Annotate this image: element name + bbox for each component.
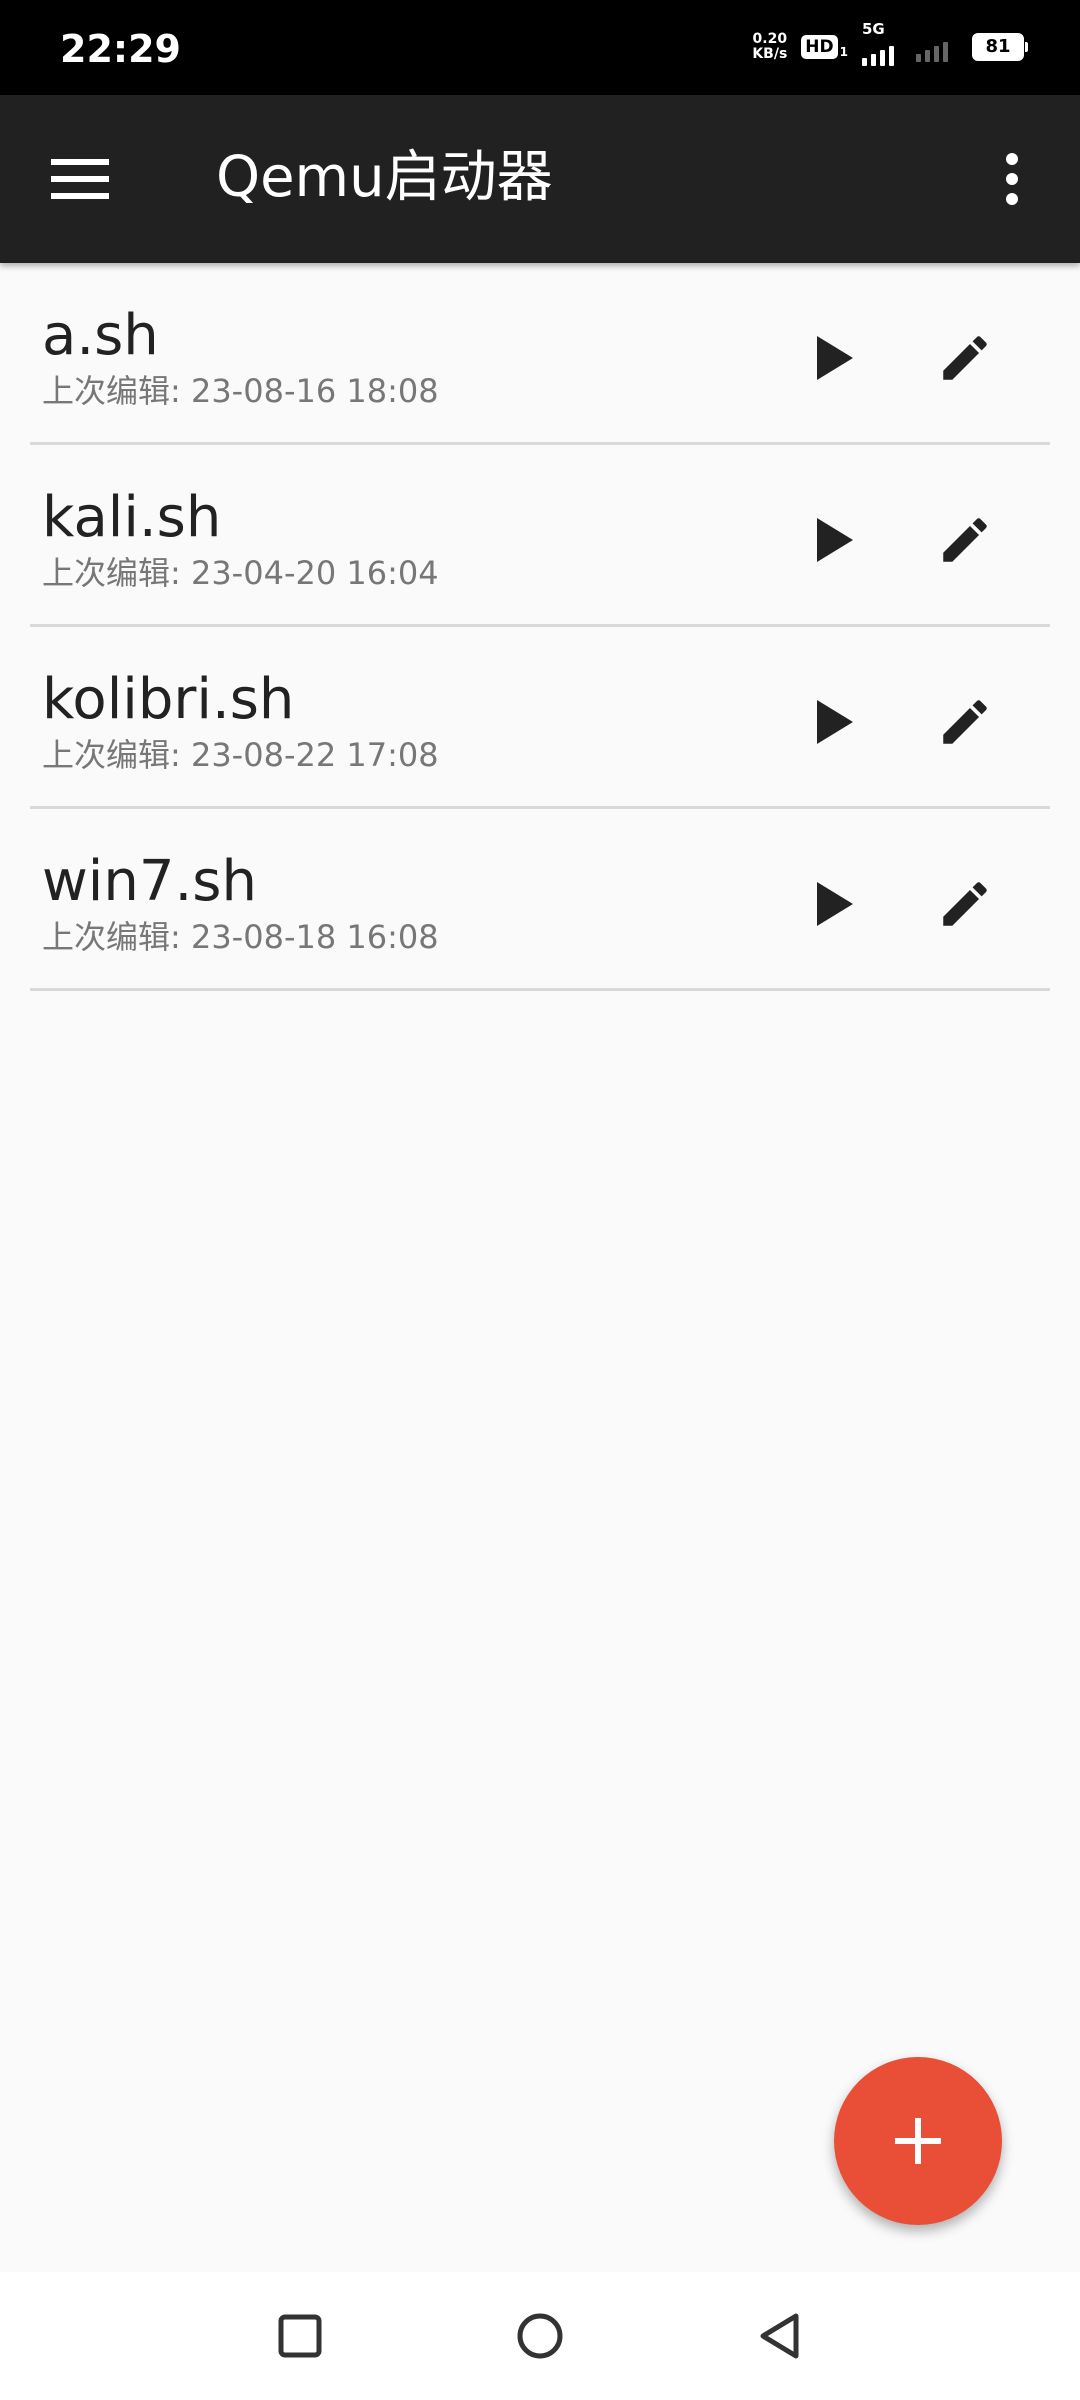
list-item[interactable]: kolibri.sh 上次编辑: 23-08-22 17:08 (30, 627, 1050, 809)
net-speed-unit: KB/s (752, 46, 788, 62)
script-last-edited: 上次编辑: 23-04-20 16:04 (42, 554, 439, 592)
list-item[interactable]: win7.sh 上次编辑: 23-08-18 16:08 (30, 809, 1050, 991)
status-time: 22:29 (60, 27, 181, 71)
hamburger-menu-icon[interactable] (40, 139, 120, 219)
script-last-edited: 上次编辑: 23-08-22 17:08 (42, 736, 439, 774)
recents-square-icon[interactable] (260, 2296, 340, 2376)
script-name: win7.sh (42, 849, 257, 914)
script-list: a.sh 上次编辑: 23-08-16 18:08 kali.sh 上次编辑: … (0, 263, 1080, 991)
edit-pencil-icon[interactable] (920, 313, 1010, 403)
list-item[interactable]: kali.sh 上次编辑: 23-04-20 16:04 (30, 445, 1050, 627)
system-nav-bar (0, 2272, 1080, 2400)
script-name: a.sh (42, 303, 159, 368)
plus-icon (895, 2118, 941, 2164)
script-last-edited: 上次编辑: 23-08-18 16:08 (42, 918, 439, 956)
script-name: kolibri.sh (42, 667, 295, 732)
edit-pencil-icon[interactable] (920, 677, 1010, 767)
more-vert-icon[interactable] (972, 139, 1052, 219)
battery-level: 81 (985, 36, 1011, 57)
net-speed-value: 0.20 (752, 31, 788, 47)
play-icon[interactable] (790, 677, 880, 767)
home-circle-icon[interactable] (500, 2296, 580, 2376)
signal-5g-icon: 5G (862, 20, 902, 66)
script-name: kali.sh (42, 485, 222, 550)
net-speed-indicator: 0.20 KB/s (752, 32, 787, 62)
battery-icon: 81 (972, 33, 1028, 61)
play-icon[interactable] (790, 313, 880, 403)
hd-sub-label: 1 (839, 45, 848, 59)
list-item[interactable]: a.sh 上次编辑: 23-08-16 18:08 (30, 263, 1050, 445)
status-bar: 22:29 0.20 KB/s HD 1 5G 81 (0, 0, 1080, 95)
app-title: Qemu启动器 (216, 145, 553, 210)
hd-label: HD (801, 35, 838, 59)
hd-voice-icon: HD 1 (801, 35, 848, 59)
network-type-label: 5G (862, 20, 885, 38)
add-script-button[interactable] (834, 2057, 1002, 2225)
edit-pencil-icon[interactable] (920, 495, 1010, 585)
script-last-edited: 上次编辑: 23-08-16 18:08 (42, 372, 439, 410)
screen: 22:29 0.20 KB/s HD 1 5G 81 Qemu启动器 a.sh … (0, 0, 1080, 2400)
play-icon[interactable] (790, 495, 880, 585)
back-triangle-icon[interactable] (740, 2296, 820, 2376)
edit-pencil-icon[interactable] (920, 859, 1010, 949)
status-icons: 0.20 KB/s HD 1 5G 81 (752, 20, 1028, 72)
play-icon[interactable] (790, 859, 880, 949)
signal-secondary-icon (916, 32, 948, 62)
app-bar: Qemu启动器 (0, 95, 1080, 263)
